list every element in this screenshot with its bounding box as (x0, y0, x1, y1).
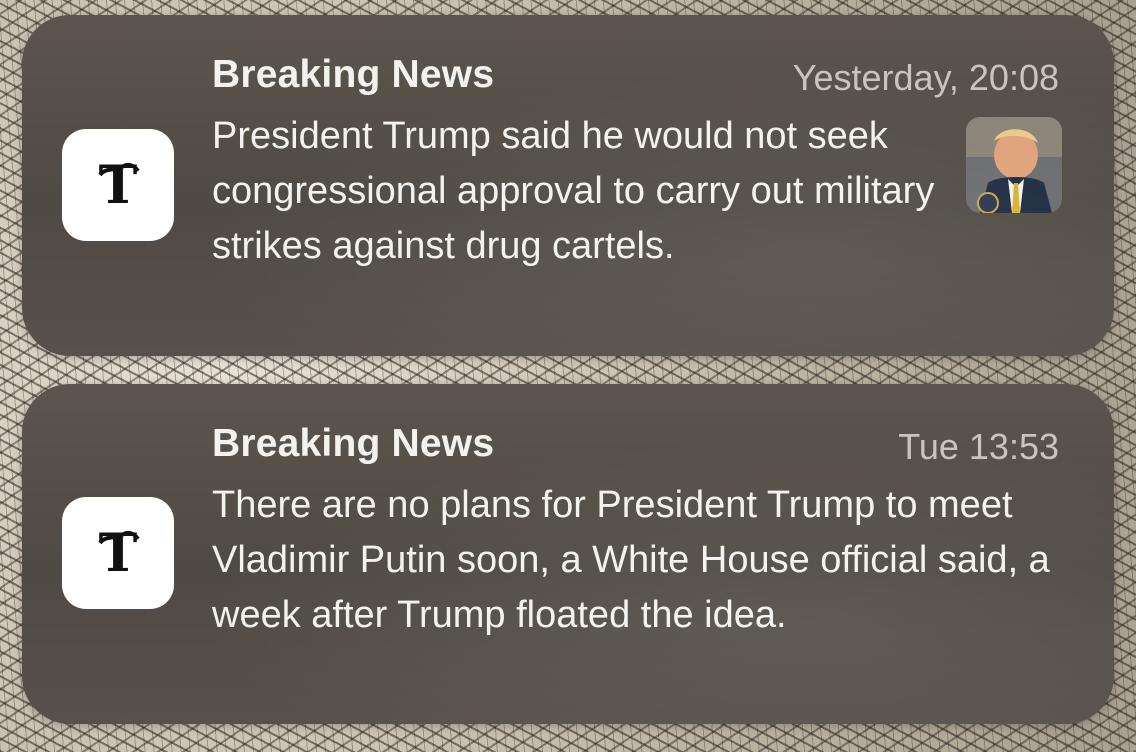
nyt-logo-icon: T (62, 129, 174, 241)
notification-card[interactable]: T Breaking News Tue 13:53 There are no p… (22, 384, 1114, 724)
notification-title: Breaking News (212, 53, 495, 96)
nyt-logo-icon: T (62, 497, 174, 609)
notification-thumbnail (966, 117, 1062, 213)
notification-timestamp: Yesterday, 20:08 (792, 57, 1059, 98)
notification-body: There are no plans for President Trump t… (212, 484, 1050, 636)
notification-card[interactable]: T Breaking News Yesterday, 20:08 Preside… (22, 15, 1114, 356)
notification-body: President Trump said he would not seek c… (212, 115, 935, 267)
notification-title: Breaking News (212, 422, 495, 465)
notification-timestamp: Tue 13:53 (898, 426, 1059, 467)
